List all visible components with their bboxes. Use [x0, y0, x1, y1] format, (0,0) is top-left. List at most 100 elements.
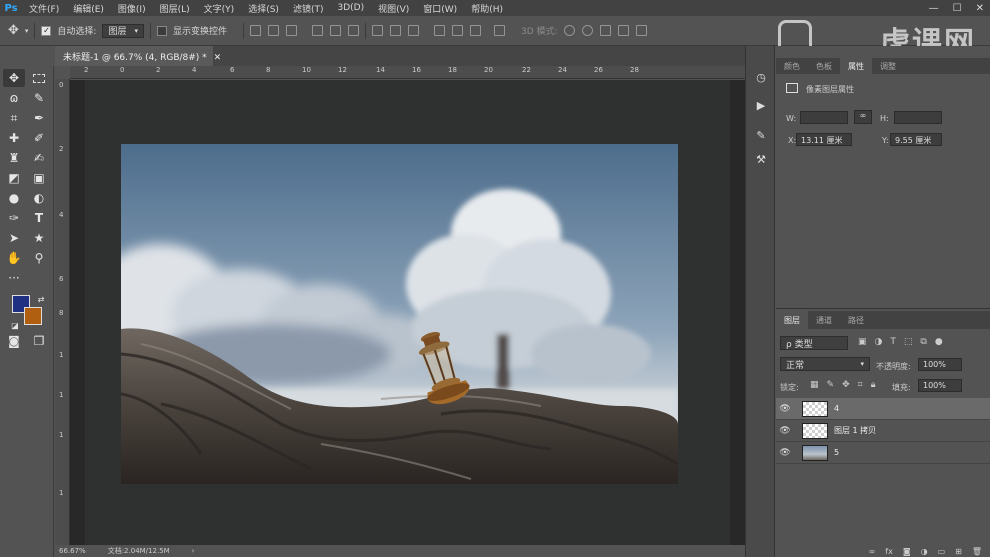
- minimize-button[interactable]: —: [929, 3, 939, 14]
- filter-shape-icon[interactable]: ⬚: [904, 337, 913, 347]
- layer-filter-dropdown[interactable]: ρ 类型: [780, 336, 848, 350]
- scale-3d-icon[interactable]: [635, 25, 647, 36]
- chevron-right-icon[interactable]: ›: [192, 547, 195, 555]
- filter-adjustment-icon[interactable]: ◑: [875, 337, 883, 347]
- adjustment-layer-icon[interactable]: ◑: [921, 547, 928, 556]
- close-tab-icon[interactable]: ✕: [214, 53, 222, 63]
- filter-pixel-icon[interactable]: ▣: [858, 337, 867, 347]
- screen-mode-icon[interactable]: ❐: [28, 332, 50, 350]
- eyedropper-tool-icon[interactable]: ✒: [28, 109, 50, 127]
- link-layers-icon[interactable]: ∞: [869, 547, 876, 556]
- close-button[interactable]: ✕: [976, 3, 984, 14]
- width-input[interactable]: [800, 111, 848, 124]
- shape-tool-icon[interactable]: ★: [28, 229, 50, 247]
- history-brush-tool-icon[interactable]: ✍: [28, 149, 50, 167]
- menu-image[interactable]: 图像(I): [111, 2, 153, 15]
- crop-tool-icon[interactable]: ⌗: [3, 109, 25, 127]
- type-tool-icon[interactable]: T: [28, 209, 50, 227]
- trash-icon[interactable]: 🗑︎: [972, 547, 982, 556]
- visibility-eye-icon[interactable]: 👁︎: [776, 404, 794, 414]
- lock-paint-icon[interactable]: ✎: [827, 380, 835, 390]
- layer-row[interactable]: 👁︎ 图层 1 拷贝: [776, 420, 990, 442]
- layer-row[interactable]: 👁︎ 4: [776, 398, 990, 420]
- fx-icon[interactable]: fx: [885, 547, 893, 556]
- canvas-workspace[interactable]: [70, 80, 745, 545]
- move-tool-icon[interactable]: ✥: [8, 23, 19, 38]
- distribute-left-icon[interactable]: [434, 25, 446, 36]
- visibility-eye-icon[interactable]: 👁︎: [776, 448, 794, 458]
- distribute-bottom-icon[interactable]: [408, 25, 420, 36]
- blur-tool-icon[interactable]: ●: [3, 189, 25, 207]
- new-layer-icon[interactable]: ⊞: [955, 547, 962, 556]
- height-input[interactable]: [894, 111, 942, 124]
- menu-filter[interactable]: 滤镜(T): [286, 2, 331, 15]
- hand-tool-icon[interactable]: ✋: [3, 249, 25, 267]
- distribute-right-icon[interactable]: [470, 25, 482, 36]
- tab-color[interactable]: 颜色: [776, 58, 808, 74]
- auto-align-icon[interactable]: [494, 25, 506, 36]
- slide-3d-icon[interactable]: [617, 25, 629, 36]
- opacity-input[interactable]: 100%: [918, 358, 962, 371]
- menu-3d[interactable]: 3D(D): [330, 3, 371, 13]
- lock-position-icon[interactable]: ✥: [842, 380, 850, 390]
- menu-edit[interactable]: 编辑(E): [66, 2, 111, 15]
- tab-properties[interactable]: 属性: [840, 58, 872, 74]
- document-tab[interactable]: 未标题-1 @ 66.7% (4, RGB/8#) * ✕: [55, 46, 221, 66]
- lock-all-icon[interactable]: 🔒︎: [871, 380, 876, 390]
- actions-panel-icon[interactable]: ▶: [754, 98, 768, 112]
- lock-artboard-icon[interactable]: ⌗: [858, 380, 863, 390]
- auto-select-checkbox[interactable]: ✓: [41, 25, 52, 36]
- maximize-button[interactable]: ☐: [953, 3, 962, 14]
- align-vcenter-icon[interactable]: [268, 25, 280, 36]
- filter-smart-object-icon[interactable]: ⧉: [920, 337, 926, 347]
- tab-swatches[interactable]: 色板: [808, 58, 840, 74]
- document-canvas[interactable]: [85, 80, 730, 545]
- tab-adjustments[interactable]: 调整: [872, 58, 904, 74]
- filter-type-icon[interactable]: T: [890, 337, 896, 347]
- menu-help[interactable]: 帮助(H): [464, 2, 510, 15]
- fill-input[interactable]: 100%: [918, 379, 962, 392]
- distribute-hcenter-icon[interactable]: [452, 25, 464, 36]
- y-input[interactable]: 9.55 厘米: [890, 133, 942, 146]
- zoom-level[interactable]: 66.67%: [59, 547, 86, 555]
- quick-select-tool-icon[interactable]: ✎: [28, 89, 50, 107]
- marquee-tool-icon[interactable]: [28, 69, 50, 87]
- healing-tool-icon[interactable]: ✚: [3, 129, 25, 147]
- roll-3d-icon[interactable]: [581, 25, 593, 36]
- blend-mode-dropdown[interactable]: 正常 ▾: [780, 357, 870, 371]
- lasso-tool-icon[interactable]: ɷ: [3, 89, 25, 107]
- visibility-eye-icon[interactable]: 👁︎: [776, 426, 794, 436]
- rotate-3d-icon[interactable]: [563, 25, 575, 36]
- background-color-swatch[interactable]: [24, 307, 42, 325]
- align-right-icon[interactable]: [348, 25, 360, 36]
- more-tools-icon[interactable]: ···: [3, 269, 25, 287]
- tool-presets-panel-icon[interactable]: ⚒: [754, 152, 768, 166]
- layer-name[interactable]: 5: [834, 448, 839, 457]
- tab-paths[interactable]: 路径: [840, 311, 872, 329]
- filter-toggle-icon[interactable]: ●: [935, 337, 943, 347]
- menu-file[interactable]: 文件(F): [22, 2, 66, 15]
- menu-select[interactable]: 选择(S): [241, 2, 286, 15]
- distribute-top-icon[interactable]: [372, 25, 384, 36]
- transform-controls-checkbox[interactable]: [157, 25, 167, 36]
- tab-channels[interactable]: 通道: [808, 311, 840, 329]
- menu-type[interactable]: 文字(Y): [197, 2, 242, 15]
- path-select-tool-icon[interactable]: ➤: [3, 229, 25, 247]
- auto-select-dropdown[interactable]: 图层 ▾: [102, 23, 144, 38]
- link-dimensions-icon[interactable]: ∞: [854, 110, 872, 124]
- chevron-down-icon[interactable]: ▾: [25, 27, 29, 35]
- add-mask-icon[interactable]: ◙: [903, 547, 911, 556]
- swap-colors-icon[interactable]: ⇄: [30, 290, 52, 308]
- eraser-tool-icon[interactable]: ◩: [3, 169, 25, 187]
- lock-transparent-icon[interactable]: ▦: [810, 380, 819, 390]
- menu-window[interactable]: 窗口(W): [416, 2, 464, 15]
- brushes-panel-icon[interactable]: ✎: [754, 128, 768, 142]
- layer-name[interactable]: 图层 1 拷贝: [834, 425, 876, 436]
- layer-row[interactable]: 👁︎ 5: [776, 442, 990, 464]
- zoom-tool-icon[interactable]: ⚲: [28, 249, 50, 267]
- align-top-icon[interactable]: [250, 25, 262, 36]
- align-left-icon[interactable]: [312, 25, 324, 36]
- distribute-vcenter-icon[interactable]: [390, 25, 402, 36]
- history-panel-icon[interactable]: ◷: [754, 70, 768, 84]
- menu-layer[interactable]: 图层(L): [153, 2, 197, 15]
